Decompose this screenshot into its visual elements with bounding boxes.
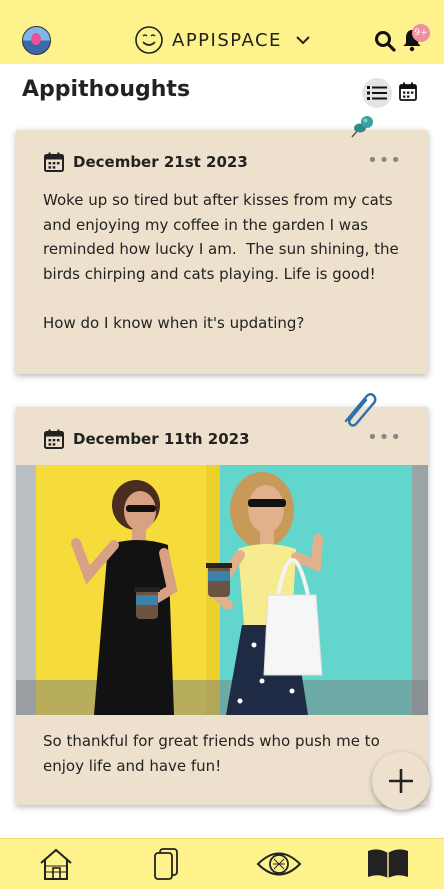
notification-badge: 9+ bbox=[412, 24, 430, 42]
smiley-logo-icon bbox=[135, 26, 163, 54]
journal-entry-card[interactable]: December 21st 2023 ••• Woke up so tired … bbox=[16, 130, 428, 374]
entry-date: December 21st 2023 bbox=[44, 152, 248, 172]
home-icon[interactable] bbox=[38, 847, 74, 881]
plus-icon bbox=[389, 769, 413, 793]
more-options-icon[interactable]: ••• bbox=[367, 429, 402, 447]
entry-text: So thankful for great friends who push m… bbox=[43, 732, 385, 775]
paperclip-icon bbox=[344, 393, 377, 427]
eye-icon[interactable] bbox=[256, 847, 302, 881]
page-title: Appithoughts bbox=[22, 77, 191, 102]
calendar-icon bbox=[44, 429, 64, 449]
entry-photo[interactable] bbox=[16, 465, 428, 715]
list-icon bbox=[367, 86, 387, 100]
list-view-button[interactable] bbox=[362, 78, 392, 108]
pushpin-icon bbox=[351, 116, 373, 138]
more-options-icon[interactable]: ••• bbox=[367, 152, 402, 170]
top-bar: APPISPACE 9+ bbox=[0, 0, 444, 64]
search-icon[interactable] bbox=[374, 30, 396, 52]
entry-date-label: December 21st 2023 bbox=[73, 153, 248, 171]
entry-date-label: December 11th 2023 bbox=[73, 430, 250, 448]
entry-text: Woke up so tired but after kisses from m… bbox=[43, 191, 399, 332]
calendar-view-icon[interactable] bbox=[399, 82, 417, 101]
journal-entry-card[interactable]: December 11th 2023 ••• So thankful for g… bbox=[16, 407, 428, 805]
bottom-nav bbox=[0, 838, 444, 889]
photo-image bbox=[16, 465, 428, 715]
app-switcher[interactable]: APPISPACE bbox=[134, 24, 310, 56]
add-entry-button[interactable] bbox=[372, 752, 430, 810]
chevron-down-icon bbox=[296, 36, 310, 45]
calendar-icon bbox=[44, 152, 64, 172]
journal-icon[interactable] bbox=[366, 847, 410, 881]
avatar[interactable] bbox=[22, 26, 51, 55]
cards-icon[interactable] bbox=[152, 847, 180, 881]
app-name: APPISPACE bbox=[172, 29, 282, 51]
entry-date: December 11th 2023 bbox=[44, 429, 250, 449]
